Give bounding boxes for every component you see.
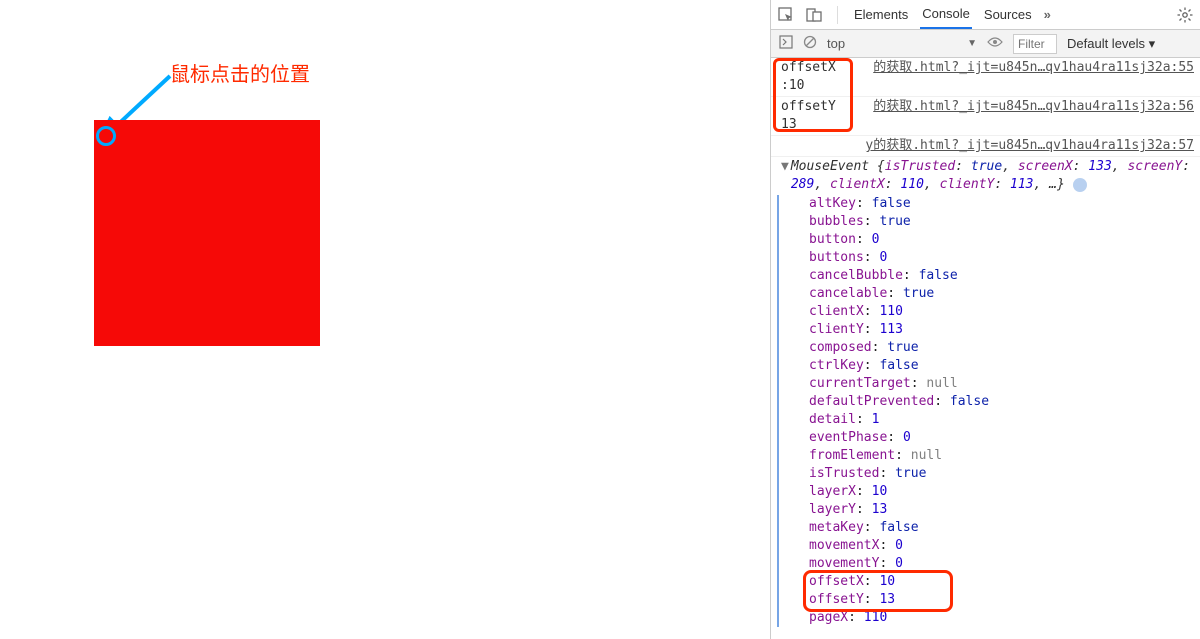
log-message: [771, 137, 841, 155]
log-levels-selector[interactable]: Default levels ▾: [1067, 36, 1155, 52]
object-property: bubbles: true: [809, 213, 1200, 231]
settings-gear-icon[interactable]: [1176, 6, 1194, 24]
context-selector[interactable]: top ▼: [827, 36, 977, 51]
object-property: metaKey: false: [809, 519, 1200, 537]
log-source-link[interactable]: 的获取.html?_ijt=u845n…qv1hau4ra11sj32a:56: [841, 98, 1200, 134]
divider: [837, 6, 838, 24]
log-row: offsetY 13 的获取.html?_ijt=u845n…qv1hau4ra…: [771, 97, 1200, 136]
console-output[interactable]: offsetX :10 的获取.html?_ijt=u845n…qv1hau4r…: [771, 58, 1200, 639]
tabs-overflow-icon[interactable]: »: [1044, 7, 1051, 22]
object-property: cancelable: true: [809, 285, 1200, 303]
object-preview[interactable]: ▼ MouseEvent {isTrusted: true, screenX: …: [771, 157, 1200, 195]
log-source-link[interactable]: 的获取.html?_ijt=u845n…qv1hau4ra11sj32a:55: [841, 59, 1200, 95]
object-property: defaultPrevented: false: [809, 393, 1200, 411]
object-property: ctrlKey: false: [809, 357, 1200, 375]
devtools-tabbar: Elements Console Sources »: [771, 0, 1200, 30]
object-property: isTrusted: true: [809, 465, 1200, 483]
chevron-down-icon: ▼: [967, 38, 977, 49]
object-property: currentTarget: null: [809, 375, 1200, 393]
console-toolbar: top ▼ Default levels ▾: [771, 30, 1200, 58]
context-label: top: [827, 36, 845, 51]
object-property: fromElement: null: [809, 447, 1200, 465]
tab-sources[interactable]: Sources: [982, 7, 1034, 22]
object-property: cancelBubble: false: [809, 267, 1200, 285]
inspect-icon[interactable]: [777, 6, 795, 24]
devtools-panel: Elements Console Sources » top ▼ Default…: [770, 0, 1200, 639]
info-badge-icon: [1073, 178, 1087, 192]
object-property: detail: 1: [809, 411, 1200, 429]
object-properties: altKey: falsebubbles: truebutton: 0butto…: [777, 195, 1200, 627]
object-property: movementX: 0: [809, 537, 1200, 555]
object-property: composed: true: [809, 339, 1200, 357]
object-property: button: 0: [809, 231, 1200, 249]
object-property: layerX: 10: [809, 483, 1200, 501]
log-row: offsetX :10 的获取.html?_ijt=u845n…qv1hau4r…: [771, 58, 1200, 97]
object-property: pageX: 110: [809, 609, 1200, 627]
object-property: layerY: 13: [809, 501, 1200, 519]
object-property: buttons: 0: [809, 249, 1200, 267]
object-property: movementY: 0: [809, 555, 1200, 573]
log-source-link[interactable]: y的获取.html?_ijt=u845n…qv1hau4ra11sj32a:57: [841, 137, 1200, 155]
demo-red-box[interactable]: [94, 120, 320, 346]
log-row: y的获取.html?_ijt=u845n…qv1hau4ra11sj32a:57: [771, 136, 1200, 157]
object-property: clientY: 113: [809, 321, 1200, 339]
clear-console-icon[interactable]: [803, 35, 817, 52]
log-message: offsetY 13: [771, 98, 841, 134]
device-toggle-icon[interactable]: [805, 6, 823, 24]
annotation-label: 鼠标点击的位置: [170, 58, 310, 87]
expand-arrow-icon[interactable]: ▼: [781, 158, 789, 194]
tab-elements[interactable]: Elements: [852, 7, 910, 22]
object-property: clientX: 110: [809, 303, 1200, 321]
object-property: eventPhase: 0: [809, 429, 1200, 447]
console-sidebar-toggle-icon[interactable]: [779, 35, 793, 52]
log-message: offsetX :10: [771, 59, 841, 95]
object-property: offsetY: 13: [809, 591, 1200, 609]
object-property: offsetX: 10: [809, 573, 1200, 591]
eye-icon[interactable]: [987, 36, 1003, 51]
filter-input[interactable]: [1013, 34, 1057, 54]
page-viewport[interactable]: 鼠标点击的位置: [0, 0, 770, 639]
click-marker-icon: [96, 126, 116, 146]
object-property: altKey: false: [809, 195, 1200, 213]
tab-console[interactable]: Console: [920, 6, 972, 29]
